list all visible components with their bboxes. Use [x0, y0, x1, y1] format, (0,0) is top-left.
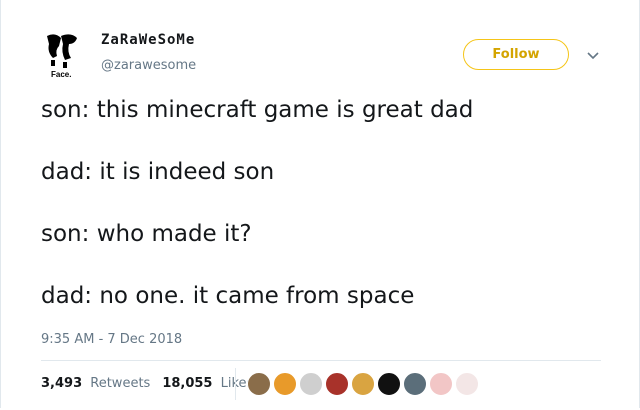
liker-avatar[interactable]: [247, 372, 271, 396]
stats-separator: [235, 368, 236, 400]
tweet-timestamp[interactable]: 9:35 AM - 7 Dec 2018: [41, 332, 182, 347]
face-logo-icon: [47, 34, 77, 68]
tweet-text: son: this minecraft game is great dad da…: [41, 94, 601, 342]
liker-avatars: [247, 372, 481, 396]
divider: [41, 360, 601, 361]
avatar[interactable]: Face.: [41, 30, 89, 82]
likes-stat[interactable]: 18,055 Likes: [162, 376, 253, 391]
tweet-line: son: this minecraft game is great dad: [41, 97, 474, 123]
tweet-card: Face. ZaRaWeSoMe @zarawesome Follow son:…: [0, 0, 640, 408]
tweet-line: dad: no one. it came from space: [41, 283, 415, 309]
liker-avatar[interactable]: [403, 372, 427, 396]
avatar-logo-text: Face.: [51, 70, 72, 79]
retweets-label: Retweets: [90, 376, 151, 391]
display-name[interactable]: ZaRaWeSoMe: [101, 32, 195, 48]
liker-avatar[interactable]: [377, 372, 401, 396]
liker-avatar[interactable]: [299, 372, 323, 396]
follow-button[interactable]: Follow: [463, 39, 569, 70]
tweet-stats: 3,493 Retweets 18,055 Likes: [41, 376, 265, 391]
liker-avatar[interactable]: [325, 372, 349, 396]
liker-avatar[interactable]: [455, 372, 479, 396]
liker-avatar[interactable]: [429, 372, 453, 396]
retweets-count: 3,493: [41, 376, 83, 391]
retweets-stat[interactable]: 3,493 Retweets: [41, 376, 150, 391]
chevron-down-icon[interactable]: [585, 48, 601, 62]
user-handle[interactable]: @zarawesome: [101, 58, 196, 73]
liker-avatar[interactable]: [273, 372, 297, 396]
tweet-line: dad: it is indeed son: [41, 159, 275, 185]
tweet-line: son: who made it?: [41, 221, 252, 247]
likes-count: 18,055: [162, 376, 213, 391]
liker-avatar[interactable]: [351, 372, 375, 396]
